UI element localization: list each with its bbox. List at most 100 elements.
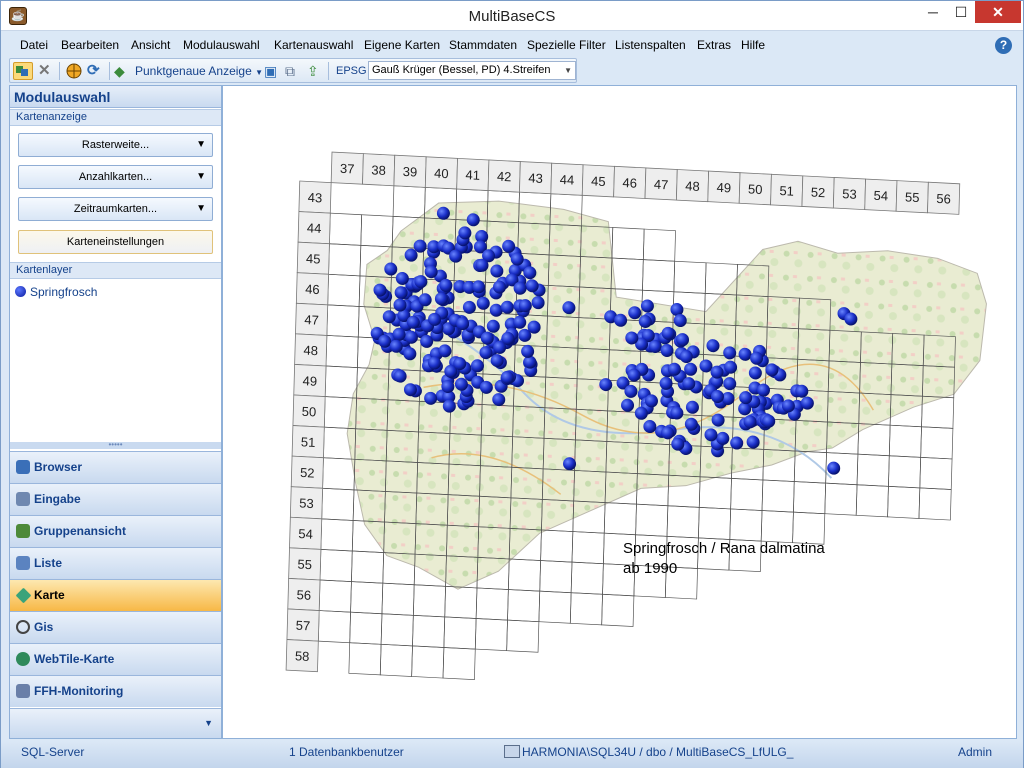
toolbar-separator (328, 62, 329, 80)
menu-extras[interactable]: Extras (697, 38, 731, 52)
nav-browser[interactable]: Browser (10, 451, 221, 483)
row-label: 51 (301, 434, 316, 450)
group-header-kartenlayer: Kartenlayer (10, 262, 221, 279)
grid-cell (761, 479, 795, 513)
menu-bearbeiten[interactable]: Bearbeiten (61, 38, 119, 52)
grid-cell (538, 590, 572, 624)
nav-webtile-karte[interactable]: WebTile-Karte (10, 643, 221, 675)
layers-icon[interactable] (13, 62, 33, 80)
nav-ffh-monitoring[interactable]: FFH-Monitoring (10, 675, 221, 707)
grid-cell (360, 214, 394, 248)
column-label: 39 (403, 164, 418, 180)
column-label: 43 (528, 170, 543, 186)
nav-gruppenansicht[interactable]: Gruppenansicht (10, 515, 221, 547)
anzahlkarten-label: Anzahlkarten... (78, 171, 153, 183)
menu-ansicht[interactable]: Ansicht (131, 38, 170, 52)
ball-icon[interactable] (65, 62, 83, 80)
maximize-button[interactable]: ☐ (947, 1, 975, 23)
column-label: 55 (905, 189, 920, 205)
nav-gis[interactable]: Gis (10, 611, 221, 643)
menu-hilfe[interactable]: Hilfe (741, 38, 765, 52)
grid-cell (603, 502, 637, 536)
map-diamond-icon[interactable]: ◆ (114, 62, 132, 80)
row-label: 49 (302, 373, 317, 389)
nav-label: Gis (34, 620, 54, 634)
grid-cell (379, 643, 413, 677)
grid-cell (381, 582, 415, 616)
grid-cell (856, 453, 890, 487)
epsg-label: EPSG (336, 65, 367, 77)
column-label: 38 (371, 162, 386, 178)
toolbar-separator (59, 62, 60, 80)
grid-cell (642, 259, 676, 293)
toolbar: ✕ ⟳ ◆ Punktgenaue Anzeige ▼ ▣ ⧉ ⇪ EPSG G… (9, 58, 577, 83)
menu-kartenauswahl[interactable]: Kartenauswahl (274, 38, 353, 52)
grid-cell (327, 273, 361, 307)
refresh-icon[interactable]: ⟳ (87, 62, 105, 80)
export-icon[interactable]: ⇪ (307, 62, 323, 80)
grid-cell (539, 560, 573, 594)
nav-eingabe[interactable]: Eingabe (10, 483, 221, 515)
chevron-down-icon: ▼ (564, 66, 572, 75)
chevron-down-icon: ▼ (196, 139, 206, 150)
zeitraumkarten-dropdown[interactable]: Zeitraumkarten... ▼ (18, 197, 213, 221)
column-label: 50 (748, 181, 763, 197)
nav-karte[interactable]: Karte (10, 579, 221, 611)
grid-cell (570, 561, 604, 595)
menu-listenspalten[interactable]: Listenspalten (615, 38, 686, 52)
status-user: Admin (958, 745, 993, 759)
monitoring-icon (16, 684, 30, 698)
menu-eigene-karten[interactable]: Eigene Karten (364, 38, 440, 52)
grid-cell (412, 614, 446, 648)
nav-label: Browser (34, 460, 83, 474)
grid-cell (326, 304, 360, 338)
close-button[interactable]: ✕ (975, 1, 1021, 23)
layer-dot-icon (15, 286, 26, 297)
row-label: 44 (307, 220, 322, 236)
delete-icon[interactable]: ✕ (38, 62, 54, 80)
status-connection: HARMONIA\SQL34U / dbo / MultiBaseCS_LfUL… (522, 745, 794, 759)
chevron-down-icon: ▼ (196, 171, 206, 182)
column-label: 53 (842, 186, 857, 202)
rasterweite-dropdown[interactable]: Rasterweite... ▼ (18, 133, 213, 157)
display-mode-dropdown[interactable]: Punktgenaue Anzeige ▼ (135, 62, 263, 80)
layer-item-springfrosch[interactable]: Springfrosch (15, 285, 97, 299)
row-label: 52 (300, 465, 315, 481)
column-label: 47 (654, 177, 669, 193)
zeitraumkarten-label: Zeitraumkarten... (73, 203, 158, 215)
copy-icon[interactable]: ⧉ (285, 62, 301, 80)
menu-datei[interactable]: Datei (20, 38, 48, 52)
anzahlkarten-dropdown[interactable]: Anzahlkarten... ▼ (18, 165, 213, 189)
grid-cell (317, 610, 351, 644)
database-icon (504, 745, 520, 758)
grid-cell (540, 529, 574, 563)
globe-icon (16, 620, 30, 634)
save-icon[interactable]: ▣ (264, 62, 280, 80)
row-label: 50 (302, 404, 317, 420)
status-server: SQL-Server (21, 745, 85, 759)
grid-cell (348, 642, 382, 676)
grid-cell (443, 616, 477, 650)
panel-splitter[interactable]: ••••• (10, 441, 221, 449)
distribution-map[interactable]: 37 38 39 40 41 42 43 44 45 46 47 48 49 50 51 52 53 54 55 56… (223, 86, 1017, 739)
nav-overflow[interactable]: ▼ (10, 708, 221, 738)
map-view[interactable]: 37 38 39 40 41 42 43 44 45 46 47 48 49 50 51 52 53 54 55 56… (222, 85, 1017, 739)
column-label: 54 (873, 188, 888, 204)
grid-cell (601, 593, 635, 627)
epsg-select[interactable]: Gauß Krüger (Bessel, PD) 4.Streifen ▼ (368, 61, 576, 80)
minimize-button[interactable]: ─ (919, 1, 947, 23)
grid-cell (611, 227, 645, 260)
nav-label: Liste (34, 556, 63, 570)
webtile-icon (16, 652, 30, 666)
row-label: 45 (306, 251, 321, 267)
menu-stammdaten[interactable]: Stammdaten (449, 38, 517, 52)
nav-liste[interactable]: Liste (10, 547, 221, 579)
help-icon[interactable]: ? (995, 37, 1012, 54)
grid-cell (442, 647, 476, 681)
karteneinstellungen-button[interactable]: Karteneinstellungen (18, 230, 213, 254)
grid-cell (318, 579, 352, 613)
menu-spezielle-filter[interactable]: Spezielle Filter (527, 38, 606, 52)
grid-cell (635, 503, 669, 537)
column-label: 45 (591, 173, 606, 189)
menu-modulauswahl[interactable]: Modulauswahl (183, 38, 260, 52)
